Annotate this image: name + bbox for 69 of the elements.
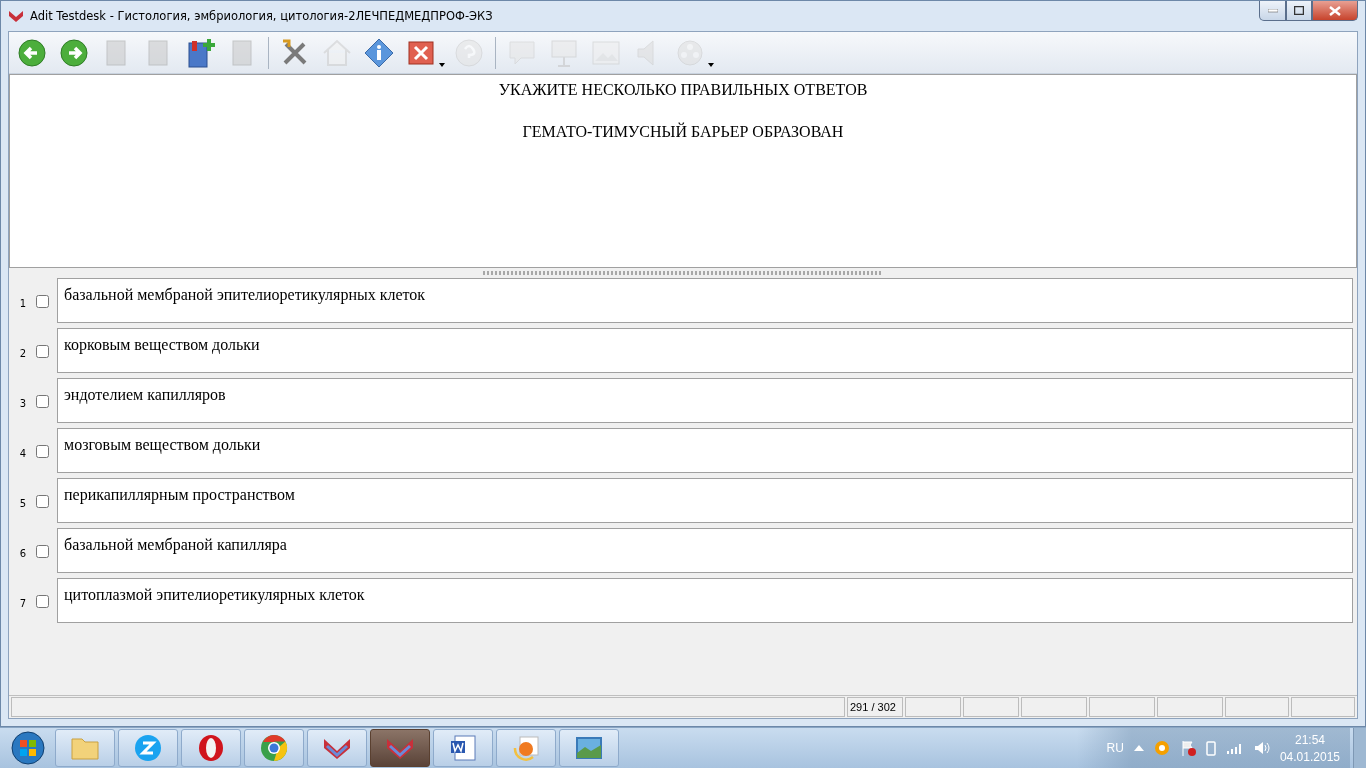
close-button[interactable] xyxy=(1312,1,1358,21)
answer-number: 3 xyxy=(18,398,28,409)
caret-icon[interactable] xyxy=(439,63,445,67)
book-icon xyxy=(229,37,255,68)
answer-number: 5 xyxy=(18,498,28,509)
signal-bars-icon[interactable] xyxy=(1225,741,1244,755)
image-icon xyxy=(591,38,621,67)
film-reel-icon xyxy=(675,37,705,68)
answer-option[interactable]: эндотелием капилляров xyxy=(57,378,1353,423)
taskbar-button[interactable] xyxy=(307,729,367,767)
taskbar-button[interactable] xyxy=(370,729,430,767)
presentation-icon xyxy=(549,37,579,68)
folder-icon xyxy=(70,735,100,761)
maximize-icon xyxy=(1294,6,1304,15)
page-counter: 291 / 302 xyxy=(847,697,903,717)
info-icon xyxy=(364,37,394,68)
close-icon xyxy=(1329,5,1341,16)
answer-number: 2 xyxy=(18,348,28,359)
answer-checkbox[interactable] xyxy=(36,295,49,308)
answer-checkbox[interactable] xyxy=(36,445,49,458)
taskbar-button[interactable] xyxy=(181,729,241,767)
answer-number: 6 xyxy=(18,548,28,559)
book-plus-icon xyxy=(185,36,215,69)
answer-option[interactable]: цитоплазмой эпителиоретикулярных клеток xyxy=(57,578,1353,623)
splitter-grip[interactable] xyxy=(483,271,883,275)
answer-checkbox[interactable] xyxy=(36,495,49,508)
start-orb-icon xyxy=(10,730,46,766)
close-icon xyxy=(408,40,434,65)
chrome-icon xyxy=(260,734,288,762)
maximize-button[interactable] xyxy=(1286,1,1312,21)
ring-icon[interactable] xyxy=(1153,740,1170,756)
battery-icon[interactable] xyxy=(1205,740,1216,756)
taskbar-button[interactable] xyxy=(244,729,304,767)
book-icon xyxy=(145,37,171,68)
house-icon xyxy=(321,37,353,68)
taskbar-button[interactable] xyxy=(118,729,178,767)
taskbar-button[interactable] xyxy=(433,729,493,767)
clock-time: 21:54 xyxy=(1294,732,1325,747)
photo-frame-icon xyxy=(512,734,540,762)
letter-z-icon xyxy=(134,734,162,762)
minimize-icon xyxy=(1267,8,1278,13)
answer-checkbox[interactable] xyxy=(36,395,49,408)
help-icon xyxy=(454,37,484,68)
answer-checkbox[interactable] xyxy=(36,545,49,558)
answer-option[interactable]: мозговым веществом дольки xyxy=(57,428,1353,473)
answer-option[interactable]: перикапиллярным пространством xyxy=(57,478,1353,523)
answer-checkbox[interactable] xyxy=(36,595,49,608)
landscape-picture-icon xyxy=(574,735,604,761)
answer-option[interactable]: базальной мембраной капилляра xyxy=(57,528,1353,573)
answer-option[interactable]: корковым веществом дольки xyxy=(57,328,1353,373)
answer-checkbox[interactable] xyxy=(36,345,49,358)
question-text: ГЕМАТО-ТИМУСНЫЙ БАРЬЕР ОБРАЗОВАН xyxy=(522,123,844,141)
window-title: Adit Testdesk - Гистология, эмбриология, цитология-2ЛЕЧПЕДМЕДПРОФ-ЭКЗ xyxy=(30,9,494,23)
book-icon xyxy=(103,37,129,68)
answer-option[interactable]: базальной мембраной эпителиоретикулярных клеток xyxy=(57,278,1353,323)
answer-number: 7 xyxy=(18,598,28,609)
taskbar-button[interactable] xyxy=(559,729,619,767)
clock-date: 04.01.2015 xyxy=(1279,749,1340,764)
taskbar-button[interactable] xyxy=(496,729,556,767)
speaker-icon[interactable] xyxy=(1253,740,1270,756)
minimize-button[interactable] xyxy=(1259,1,1286,21)
flag-icon[interactable] xyxy=(1179,740,1196,756)
answer-number: 1 xyxy=(18,298,28,309)
question-instruction: УКАЖИТЕ НЕСКОЛЬКО ПРАВИЛЬНЫХ ОТВЕТОВ xyxy=(498,81,868,99)
checkmark-logo-icon xyxy=(8,8,24,24)
opera-icon xyxy=(197,734,225,762)
up-arrow-icon[interactable] xyxy=(1133,745,1144,751)
document-w-icon xyxy=(449,734,477,762)
answer-number: 4 xyxy=(18,448,28,459)
